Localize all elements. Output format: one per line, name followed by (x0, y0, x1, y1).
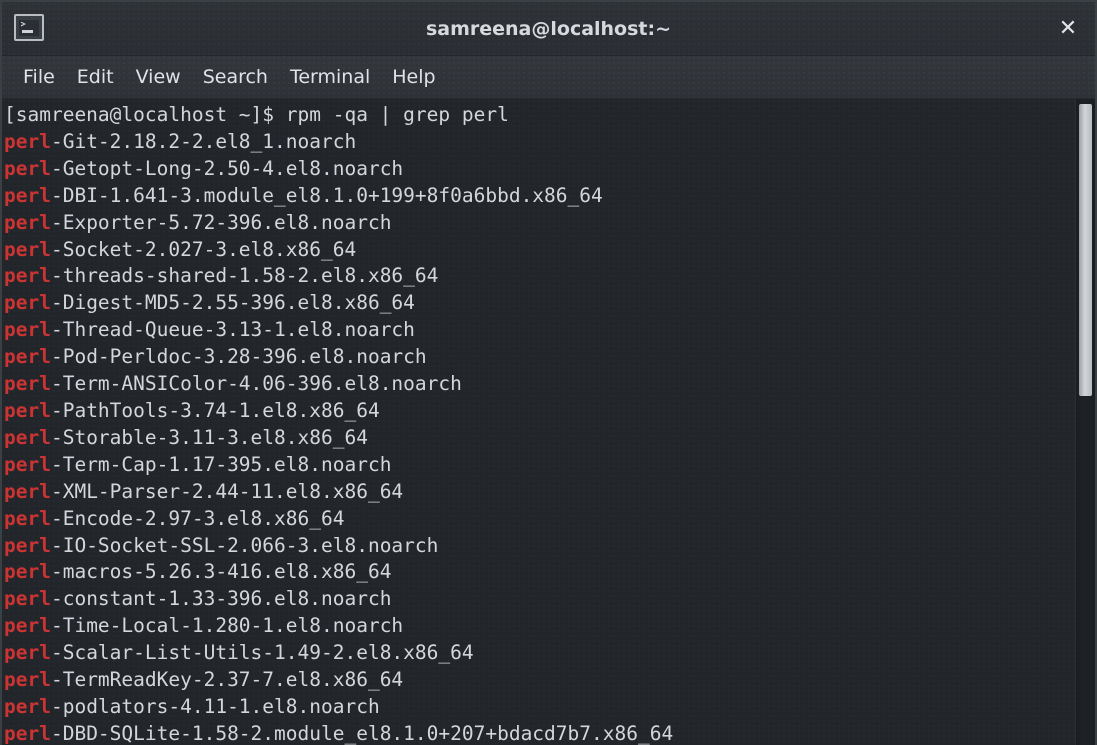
terminal-output-line: perl-Exporter-5.72-396.el8.noarch (4, 210, 1075, 237)
package-prefix: perl (4, 425, 51, 449)
terminal-output-line: perl-Digest-MD5-2.55-396.el8.x86_64 (4, 290, 1075, 317)
terminal-output-line: perl-IO-Socket-SSL-2.066-3.el8.noarch (4, 533, 1075, 560)
package-name: -Term-ANSIColor-4.06-396.el8.noarch (50, 372, 462, 396)
terminal-output[interactable]: [samreena@localhost ~]$ rpm -qa | grep p… (2, 99, 1075, 745)
menu-item-help[interactable]: Help (381, 63, 446, 91)
terminal-output-line: perl-Term-Cap-1.17-395.el8.noarch (4, 452, 1075, 479)
menu-item-file[interactable]: File (12, 63, 66, 91)
terminal-output-line: perl-DBD-SQLite-1.58-2.module_el8.1.0+20… (4, 721, 1075, 745)
package-name: -Socket-2.027-3.el8.x86_64 (50, 237, 357, 261)
terminal-output-line: perl-threads-shared-1.58-2.el8.x86_64 (4, 263, 1075, 290)
package-prefix: perl (4, 479, 51, 503)
package-name: -threads-shared-1.58-2.el8.x86_64 (50, 264, 439, 288)
terminal-output-line: perl-Encode-2.97-3.el8.x86_64 (4, 506, 1075, 533)
package-prefix: perl (4, 318, 51, 342)
package-prefix: perl (4, 614, 51, 638)
package-name: -podlators-4.11-1.el8.noarch (50, 694, 380, 718)
scrollbar-thumb[interactable] (1079, 104, 1092, 396)
terminal-output-line: perl-Scalar-List-Utils-1.49-2.el8.x86_64 (4, 640, 1075, 667)
package-name: -Term-Cap-1.17-395.el8.noarch (50, 452, 392, 476)
terminal-output-line: perl-Git-2.18.2-2.el8_1.noarch (4, 129, 1075, 156)
menu-bar: File Edit View Search Terminal Help (2, 56, 1095, 99)
terminal-output-line: perl-Pod-Perldoc-3.28-396.el8.noarch (4, 344, 1075, 371)
package-name: -Exporter-5.72-396.el8.noarch (50, 210, 392, 234)
package-name: -constant-1.33-396.el8.noarch (50, 587, 392, 611)
package-name: -TermReadKey-2.37-7.el8.x86_64 (50, 668, 404, 692)
window-title: samreena@localhost:~ (425, 17, 672, 40)
package-name: -Storable-3.11-3.el8.x86_64 (50, 425, 368, 449)
package-prefix: perl (4, 129, 51, 153)
package-prefix: perl (4, 506, 51, 530)
terminal-output-line: perl-TermReadKey-2.37-7.el8.x86_64 (4, 667, 1075, 694)
terminal-prompt-line: [samreena@localhost ~]$ rpm -qa | grep p… (4, 103, 509, 126)
package-prefix: perl (4, 452, 51, 476)
terminal-output-line: perl-PathTools-3.74-1.el8.x86_64 (4, 398, 1075, 425)
package-prefix: perl (4, 587, 51, 611)
package-name: -Git-2.18.2-2.el8_1.noarch (50, 129, 357, 153)
package-prefix: perl (4, 398, 51, 422)
package-name: -Getopt-Long-2.50-4.el8.noarch (50, 156, 404, 180)
package-name: -DBD-SQLite-1.58-2.module_el8.1.0+207+bd… (50, 721, 674, 745)
terminal-window: samreena@localhost:~ ✕ File Edit View Se… (0, 0, 1097, 745)
package-name: -DBI-1.641-3.module_el8.1.0+199+8f0a6bbd… (50, 183, 603, 207)
menu-item-view[interactable]: View (125, 63, 192, 91)
terminal-output-line: perl-Storable-3.11-3.el8.x86_64 (4, 425, 1075, 452)
terminal-output-line: perl-Socket-2.027-3.el8.x86_64 (4, 237, 1075, 264)
package-name: -PathTools-3.74-1.el8.x86_64 (50, 398, 380, 422)
package-prefix: perl (4, 291, 51, 315)
title-bar[interactable]: samreena@localhost:~ ✕ (2, 2, 1095, 56)
package-prefix: perl (4, 533, 51, 557)
terminal-output-line: perl-podlators-4.11-1.el8.noarch (4, 694, 1075, 721)
package-prefix: perl (4, 721, 51, 745)
terminal-body[interactable]: [samreena@localhost ~]$ rpm -qa | grep p… (2, 99, 1095, 745)
terminal-output-line: perl-Thread-Queue-3.13-1.el8.noarch (4, 317, 1075, 344)
package-prefix: perl (4, 372, 51, 396)
package-name: -IO-Socket-SSL-2.066-3.el8.noarch (50, 533, 439, 557)
package-prefix: perl (4, 668, 51, 692)
menu-item-edit[interactable]: Edit (66, 63, 125, 91)
package-prefix: perl (4, 560, 51, 584)
package-prefix: perl (4, 264, 51, 288)
package-prefix: perl (4, 694, 51, 718)
terminal-scrollbar[interactable] (1075, 99, 1095, 745)
package-name: -macros-5.26.3-416.el8.x86_64 (50, 560, 392, 584)
package-name: -Encode-2.97-3.el8.x86_64 (50, 506, 345, 530)
terminal-output-line: perl-macros-5.26.3-416.el8.x86_64 (4, 559, 1075, 586)
menu-item-terminal[interactable]: Terminal (279, 63, 381, 91)
package-name: -Scalar-List-Utils-1.49-2.el8.x86_64 (50, 641, 474, 665)
package-prefix: perl (4, 183, 51, 207)
package-name: -Thread-Queue-3.13-1.el8.noarch (50, 318, 415, 342)
terminal-output-line: perl-constant-1.33-396.el8.noarch (4, 586, 1075, 613)
package-name: -Digest-MD5-2.55-396.el8.x86_64 (50, 291, 415, 315)
package-name: -Time-Local-1.280-1.el8.noarch (50, 614, 404, 638)
terminal-icon (14, 14, 44, 41)
package-prefix: perl (4, 210, 51, 234)
terminal-output-line: perl-Getopt-Long-2.50-4.el8.noarch (4, 156, 1075, 183)
package-prefix: perl (4, 345, 51, 369)
terminal-icon-inner (19, 19, 39, 36)
menu-item-search[interactable]: Search (192, 63, 279, 91)
terminal-output-line: perl-XML-Parser-2.44-11.el8.x86_64 (4, 479, 1075, 506)
close-icon[interactable]: ✕ (1055, 16, 1081, 42)
package-name: -XML-Parser-2.44-11.el8.x86_64 (50, 479, 404, 503)
terminal-output-line: perl-Time-Local-1.280-1.el8.noarch (4, 613, 1075, 640)
package-prefix: perl (4, 237, 51, 261)
package-prefix: perl (4, 156, 51, 180)
package-prefix: perl (4, 641, 51, 665)
terminal-output-line: perl-Term-ANSIColor-4.06-396.el8.noarch (4, 371, 1075, 398)
package-name: -Pod-Perldoc-3.28-396.el8.noarch (50, 345, 427, 369)
terminal-output-line: perl-DBI-1.641-3.module_el8.1.0+199+8f0a… (4, 183, 1075, 210)
